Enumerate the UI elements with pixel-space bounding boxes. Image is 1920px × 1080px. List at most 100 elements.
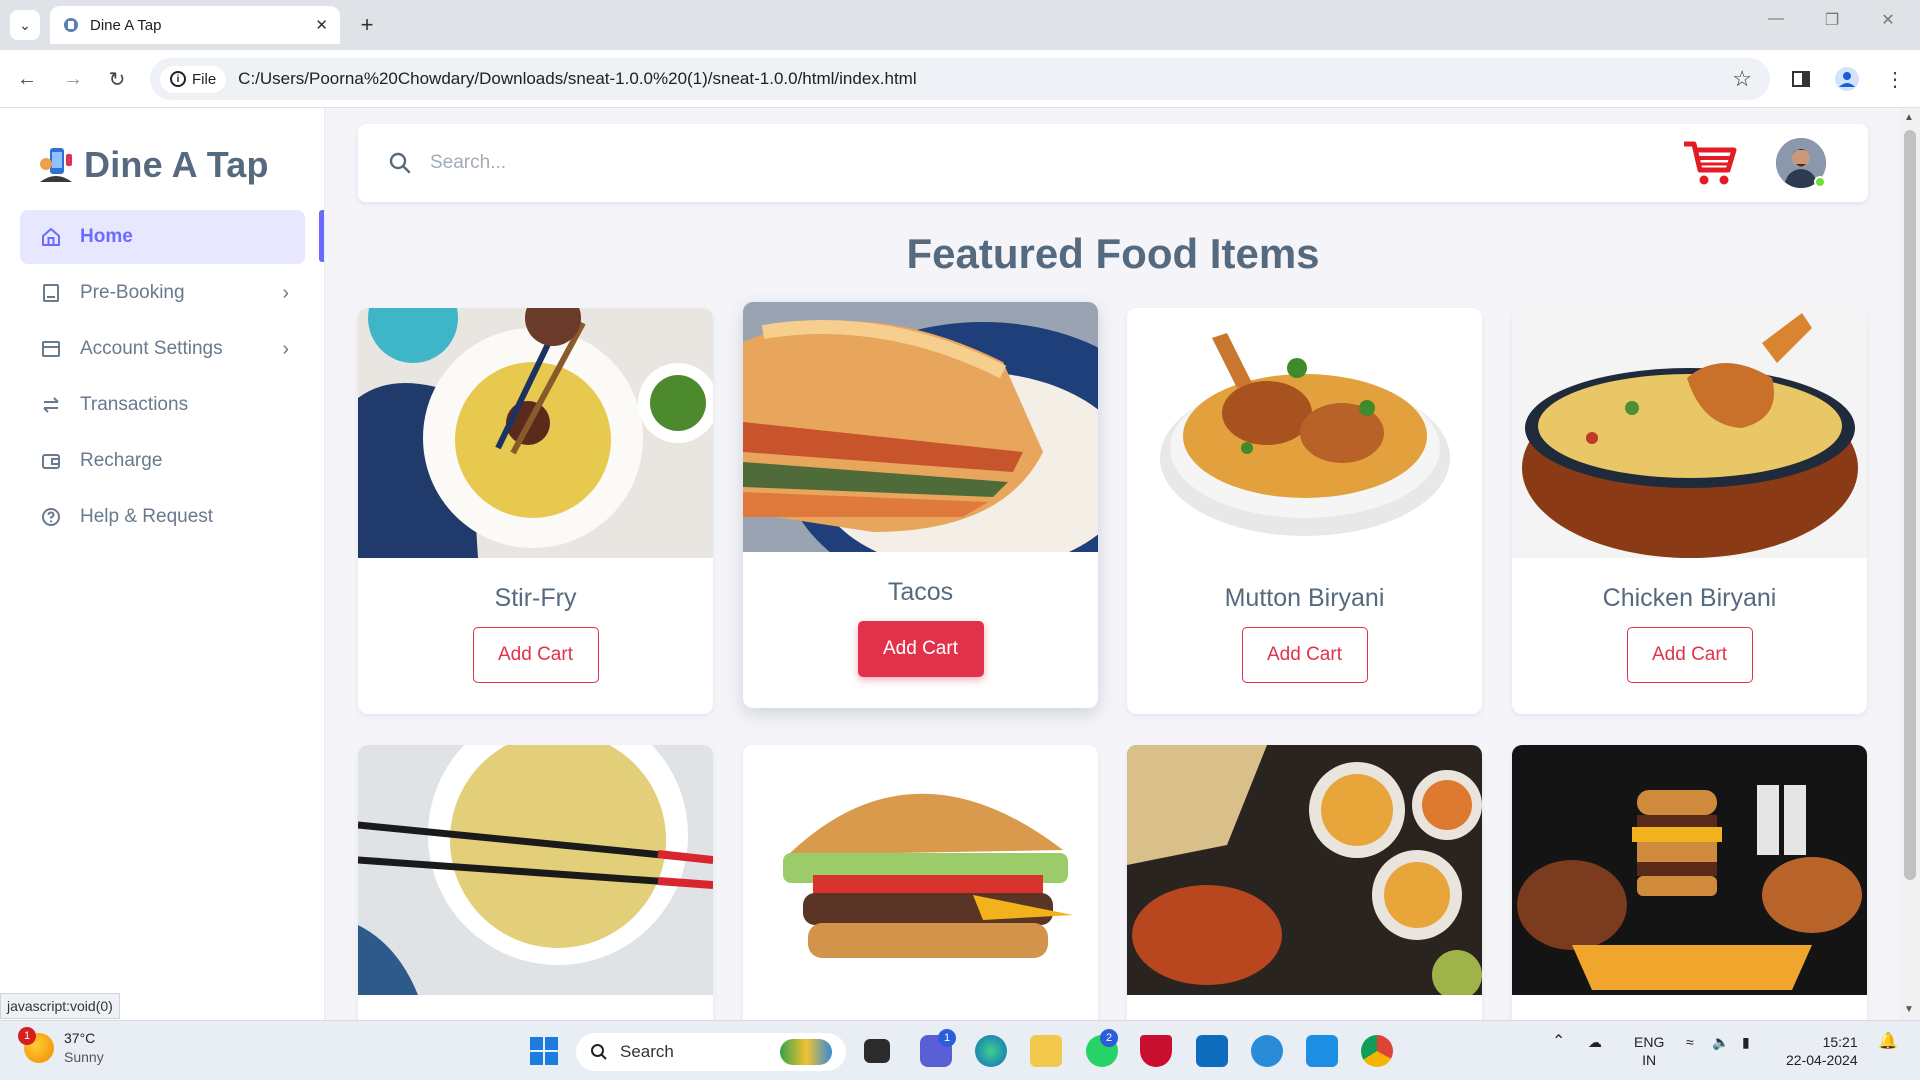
- weather-widget[interactable]: 1 37°C Sunny: [18, 1027, 104, 1067]
- mcafee-icon[interactable]: [1140, 1035, 1172, 1067]
- scroll-down-icon[interactable]: ▼: [1904, 1004, 1914, 1015]
- address-bar-row: ← → ↻ i File C:/Users/Poorna%20Chowdary/…: [0, 50, 1920, 108]
- reload-icon[interactable]: ↻: [102, 64, 132, 94]
- shopping-cart-icon[interactable]: [1682, 138, 1738, 188]
- food-image-fast-food-spread[interactable]: [1512, 745, 1867, 995]
- sidebar-item-transactions[interactable]: Transactions: [20, 378, 305, 432]
- search-input[interactable]: [430, 144, 1330, 182]
- file-explorer-icon[interactable]: [1030, 1035, 1062, 1067]
- side-panel-icon[interactable]: [1786, 64, 1816, 94]
- battery-icon[interactable]: ▮: [1742, 1033, 1750, 1051]
- bookmark-star-icon[interactable]: ☆: [1732, 66, 1752, 92]
- food-image-north-indian-platter[interactable]: [1127, 745, 1482, 995]
- food-card: Tacos Add Cart: [743, 302, 1098, 708]
- forward-icon[interactable]: →: [58, 64, 88, 94]
- page-scrollbar[interactable]: ▲ ▼: [1900, 108, 1920, 1020]
- add-cart-button[interactable]: Add Cart: [1626, 627, 1753, 683]
- edge-icon[interactable]: [975, 1035, 1007, 1067]
- url-text[interactable]: C:/Users/Poorna%20Chowdary/Downloads/sne…: [238, 69, 1732, 89]
- sidebar-item-account-settings[interactable]: Account Settings ›: [20, 322, 305, 376]
- task-view-icon[interactable]: [864, 1039, 890, 1063]
- browser-tab-bar: ⌄ Dine A Tap ✕ + — ❐ ✕: [0, 0, 1920, 50]
- food-name: Tacos: [887, 578, 954, 606]
- notification-bell-icon[interactable]: 🔔: [1878, 1033, 1898, 1051]
- receipt-icon: [40, 282, 62, 304]
- help-circle-icon: [40, 506, 62, 528]
- sidebar-item-help-request[interactable]: Help & Request: [20, 490, 305, 544]
- food-card: [358, 745, 713, 1020]
- chevron-right-icon: ›: [282, 337, 289, 360]
- sidebar-item-label: Account Settings: [80, 338, 223, 359]
- brand[interactable]: Dine A Tap: [36, 144, 269, 186]
- sun-icon: 1: [18, 1027, 54, 1063]
- tab-title: Dine A Tap: [90, 16, 162, 34]
- teams-badge: 1: [938, 1029, 956, 1047]
- sidebar-item-label: Recharge: [80, 450, 163, 471]
- food-image-noodles[interactable]: [358, 745, 713, 995]
- transfer-icon: [40, 394, 62, 416]
- clock-time: 15:21: [1822, 1034, 1858, 1050]
- taskbar-search-label: Search: [620, 1042, 674, 1061]
- food-card: Mutton Biryani Add Cart: [1127, 308, 1482, 714]
- sidebar-item-home[interactable]: Home: [20, 210, 305, 264]
- chrome-icon[interactable]: [1361, 1035, 1393, 1067]
- start-windows-icon[interactable]: [528, 1035, 560, 1067]
- clock[interactable]: 15:21 22-04-2024: [1786, 1033, 1858, 1069]
- brand-name: Dine A Tap: [84, 144, 269, 185]
- scroll-thumb[interactable]: [1904, 130, 1916, 880]
- search-highlight-icon: [780, 1039, 832, 1065]
- food-card: Stir-Fry Add Cart: [358, 308, 713, 714]
- food-name: Chicken Biryani: [1602, 584, 1777, 612]
- favicon-icon: [64, 18, 78, 32]
- clock-date: 22-04-2024: [1786, 1052, 1858, 1068]
- help-app-icon[interactable]: [1251, 1035, 1283, 1067]
- microsoft-store-icon[interactable]: [1196, 1035, 1228, 1067]
- new-tab-button[interactable]: +: [352, 10, 382, 40]
- sidebar-item-label: Home: [80, 226, 133, 247]
- page-viewport: Dine A Tap Home Pre-Booking › Account Se…: [0, 108, 1900, 1020]
- food-image-mutton-biryani[interactable]: [1127, 308, 1482, 558]
- sidebar-item-recharge[interactable]: Recharge: [20, 434, 305, 488]
- windows-taskbar: 1 37°C Sunny Search 1 2 ⌃ ☁ ENG IN ≈ 🔈 ▮…: [0, 1020, 1920, 1080]
- tab-close-icon[interactable]: ✕: [315, 16, 328, 34]
- taskbar-search[interactable]: Search: [576, 1033, 846, 1071]
- layout-icon: [40, 338, 62, 360]
- close-window-icon[interactable]: ✕: [1868, 10, 1908, 30]
- food-card: [743, 745, 1098, 1020]
- tab-search-button[interactable]: ⌄: [10, 10, 40, 40]
- scroll-up-icon[interactable]: ▲: [1904, 112, 1914, 123]
- food-name: Stir-Fry: [494, 584, 577, 612]
- add-cart-button[interactable]: Add Cart: [1241, 627, 1368, 683]
- chevron-right-icon: ›: [282, 281, 289, 304]
- restore-icon[interactable]: ❐: [1812, 10, 1852, 30]
- back-icon[interactable]: ←: [12, 64, 42, 94]
- profile-icon[interactable]: [1832, 64, 1862, 94]
- link-status-tooltip: javascript:void(0): [0, 993, 120, 1019]
- food-image-tacos[interactable]: [743, 302, 1098, 552]
- onedrive-icon[interactable]: ☁: [1588, 1033, 1602, 1051]
- food-name: Mutton Biryani: [1224, 584, 1385, 612]
- sidebar-item-label: Help & Request: [80, 506, 214, 527]
- weather-text: 37°C Sunny: [64, 1029, 104, 1067]
- browser-tab[interactable]: Dine A Tap ✕: [50, 6, 340, 44]
- food-image-burger[interactable]: [743, 745, 1098, 995]
- add-cart-button[interactable]: Add Cart: [857, 621, 984, 677]
- site-info-label: File: [192, 70, 217, 88]
- add-cart-button[interactable]: Add Cart: [472, 627, 599, 683]
- wifi-icon[interactable]: ≈: [1686, 1033, 1694, 1051]
- browser-menu-icon[interactable]: ⋮: [1880, 64, 1910, 94]
- sidebar-item-label: Transactions: [80, 394, 189, 415]
- site-info-chip[interactable]: i File: [160, 65, 227, 93]
- food-image-stir-fry[interactable]: [358, 308, 713, 558]
- minimize-icon[interactable]: —: [1756, 10, 1796, 28]
- tray-overflow-icon[interactable]: ⌃: [1552, 1033, 1565, 1051]
- omnibox[interactable]: i File C:/Users/Poorna%20Chowdary/Downlo…: [150, 58, 1770, 100]
- page-title: Featured Food Items: [906, 230, 1320, 277]
- vscode-icon[interactable]: [1306, 1035, 1338, 1067]
- volume-icon[interactable]: 🔈: [1712, 1033, 1729, 1051]
- sidebar-item-pre-booking[interactable]: Pre-Booking ›: [20, 266, 305, 320]
- home-icon: [40, 226, 62, 248]
- language-indicator[interactable]: ENG IN: [1634, 1033, 1664, 1069]
- food-image-chicken-biryani[interactable]: [1512, 308, 1867, 558]
- sidebar-menu: Home Pre-Booking › Account Settings › Tr…: [20, 210, 305, 546]
